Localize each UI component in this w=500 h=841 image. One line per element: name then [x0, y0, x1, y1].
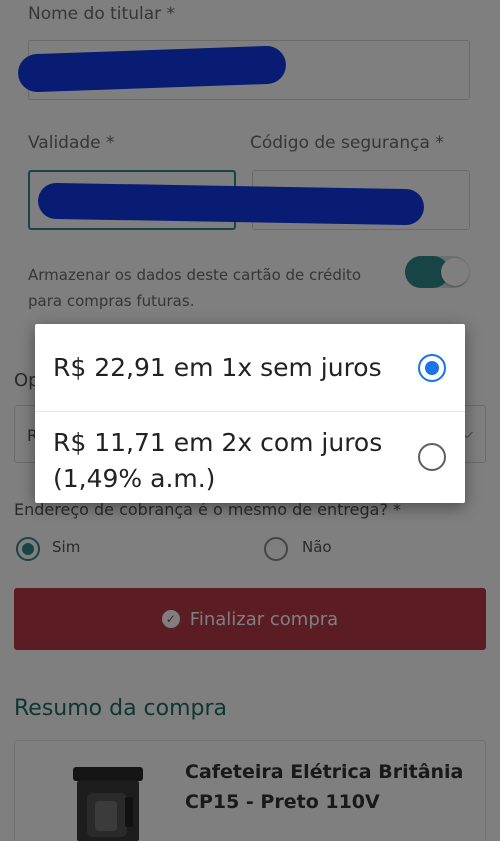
installments-dialog: R$ 22,91 em 1x sem juros R$ 11,71 em 2x …	[35, 324, 465, 503]
installment-option-label: R$ 22,91 em 1x sem juros	[53, 353, 382, 382]
radio-selected-icon[interactable]	[418, 354, 446, 382]
installment-option-1x[interactable]: R$ 22,91 em 1x sem juros	[35, 324, 465, 412]
radio-unselected-icon[interactable]	[418, 443, 446, 471]
installment-option-label: R$ 11,71 em 2x com juros (1,49% a.m.)	[53, 428, 383, 493]
installment-option-2x[interactable]: R$ 11,71 em 2x com juros (1,49% a.m.)	[35, 412, 465, 503]
